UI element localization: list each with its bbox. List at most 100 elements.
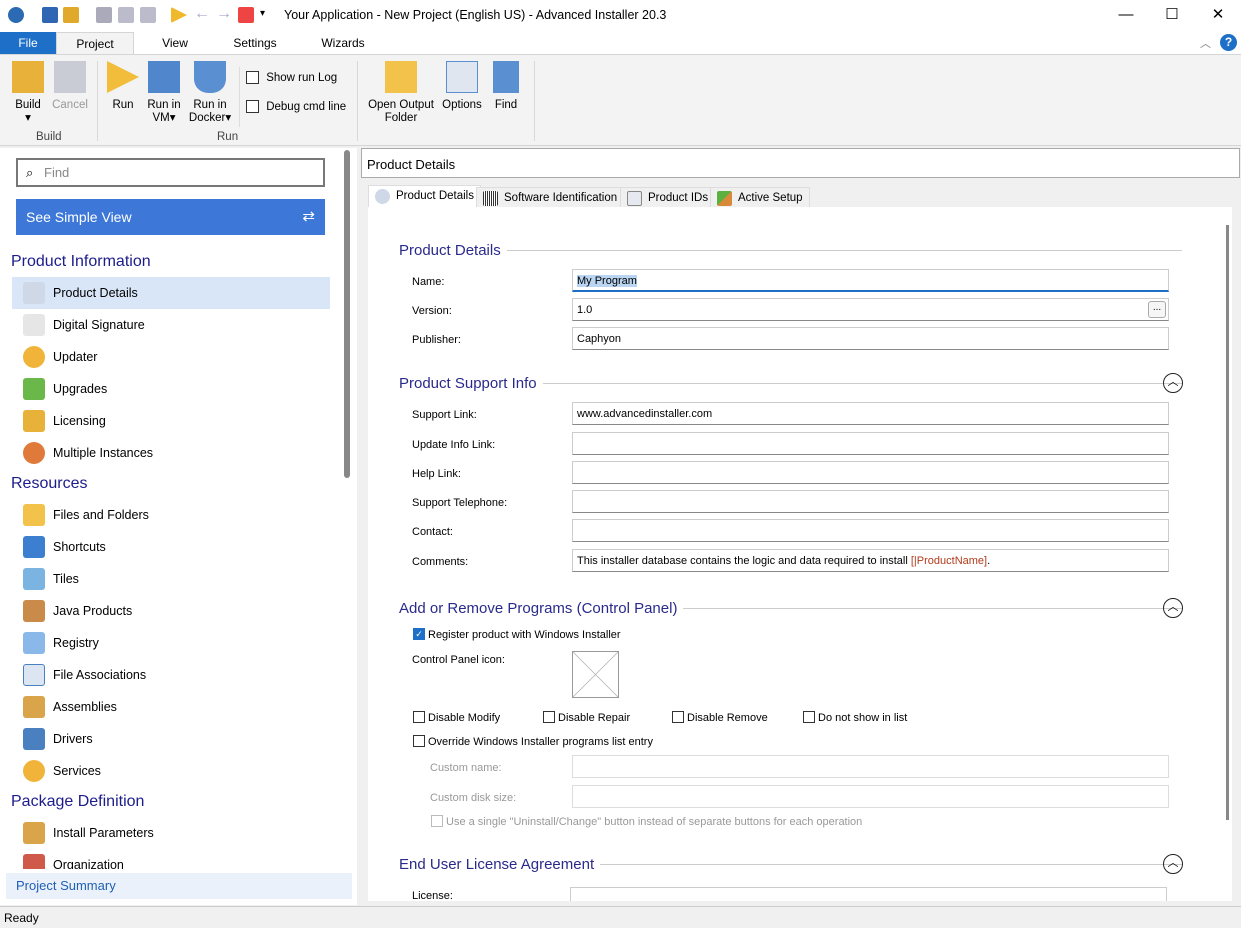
sidebar-item-updater[interactable]: Updater <box>12 341 330 373</box>
sidebar-item-shortcuts[interactable]: Shortcuts <box>12 531 330 563</box>
tab-file[interactable]: File <box>0 32 56 54</box>
collapse-ribbon-icon[interactable]: ︿ <box>1200 35 1211 51</box>
support-telephone-input[interactable] <box>572 490 1169 513</box>
custom-disk-size-input <box>572 785 1169 808</box>
override-entry-checkbox[interactable]: Override Windows Installer programs list… <box>413 735 653 748</box>
version-edit-button[interactable]: ... <box>1148 301 1166 318</box>
run-quick-icon[interactable] <box>171 7 187 23</box>
checkbox[interactable] <box>246 100 259 113</box>
debug-cmd-line-checkbox[interactable]: Debug cmd line <box>246 100 346 113</box>
build-button[interactable]: Build ▾ <box>8 61 48 125</box>
sidebar-item-install-parameters[interactable]: Install Parameters <box>12 817 330 849</box>
single-button-checkbox: Use a single "Uninstall/Change" button i… <box>431 815 862 828</box>
sidebar-item-assemblies[interactable]: Assemblies <box>12 691 330 723</box>
control-panel-icon-picker[interactable] <box>572 651 619 698</box>
help-button[interactable]: ? <box>1220 34 1237 51</box>
main-panel: Product Details Product Details Software… <box>361 148 1240 905</box>
sidebar-item-upgrades[interactable]: Upgrades <box>12 373 330 405</box>
tab-settings[interactable]: Settings <box>222 32 288 54</box>
publish-icon[interactable] <box>140 7 156 23</box>
sidebar-item-files-and-folders[interactable]: Files and Folders <box>12 499 330 531</box>
comments-input[interactable]: This installer database contains the log… <box>572 549 1169 572</box>
checkbox-checked[interactable]: ✓ <box>413 628 425 641</box>
support-telephone-label: Support Telephone: <box>412 497 508 509</box>
tab-label: Software Identification <box>504 192 618 204</box>
tab-product-ids[interactable]: Product IDs <box>620 187 716 208</box>
ribbon-tabs: File Project View Settings Wizards ︿ ? <box>0 32 1241 55</box>
maximize-button[interactable]: ☐ <box>1149 0 1195 32</box>
support-link-input[interactable]: www.advancedinstaller.com <box>572 402 1169 425</box>
item-label: Digital Signature <box>53 318 145 332</box>
simple-view-label: See Simple View <box>26 209 132 225</box>
sidebar-item-java-products[interactable]: Java Products <box>12 595 330 627</box>
build-label: Build <box>15 99 41 111</box>
collapse-eula-button[interactable]: ︿ <box>1163 854 1183 874</box>
find-input[interactable]: Find <box>16 158 325 187</box>
sidebar-item-licensing[interactable]: Licensing <box>12 405 330 437</box>
sidebar-item-product-details[interactable]: Product Details <box>12 277 330 309</box>
save-icon[interactable] <box>42 7 58 23</box>
tab-software-identification[interactable]: Software Identification <box>476 187 625 208</box>
options-button[interactable]: Options <box>440 61 484 112</box>
item-label: Registry <box>53 636 99 650</box>
key-icon <box>23 410 45 432</box>
do-not-show-checkbox[interactable]: Do not show in list <box>803 711 907 724</box>
sidebar-item-digital-signature[interactable]: Digital Signature <box>12 309 330 341</box>
open-output-folder-button[interactable]: Open Output Folder <box>364 61 438 125</box>
disable-modify-checkbox[interactable]: Disable Modify <box>413 711 500 724</box>
run-in-docker-button[interactable]: Run in Docker▾ <box>186 61 234 125</box>
back-icon[interactable]: ← <box>194 5 210 23</box>
license-label: License: <box>412 890 453 901</box>
tab-project[interactable]: Project <box>56 32 134 55</box>
sidebar-item-services[interactable]: Services <box>12 755 330 787</box>
show-run-log-checkbox[interactable]: Show run Log <box>246 71 337 84</box>
sidebar-item-registry[interactable]: Registry <box>12 627 330 659</box>
tab-product-details[interactable]: Product Details <box>368 185 481 208</box>
sidebar-scrollbar[interactable] <box>344 150 350 478</box>
checkbox[interactable] <box>413 735 425 748</box>
checkbox[interactable] <box>803 711 815 724</box>
build-quick-icon[interactable] <box>63 7 79 23</box>
forward-icon[interactable]: → <box>216 5 232 23</box>
help-link-input[interactable] <box>572 461 1169 484</box>
customize-quick-access-icon[interactable]: ▾ <box>260 8 265 19</box>
close-button[interactable]: ✕ <box>1195 0 1241 32</box>
disable-repair-checkbox[interactable]: Disable Repair <box>543 711 630 724</box>
collapse-arp-button[interactable]: ︿ <box>1163 598 1183 618</box>
tab-active-setup[interactable]: Active Setup <box>710 187 810 208</box>
find-button[interactable]: Find <box>488 61 524 112</box>
collapse-support-button[interactable]: ︿ <box>1163 373 1183 393</box>
show-run-log-label: Show run Log <box>266 71 338 84</box>
contact-input[interactable] <box>572 519 1169 542</box>
checkbox[interactable] <box>672 711 684 724</box>
name-input[interactable]: My Program <box>572 269 1169 292</box>
register-product-checkbox[interactable]: ✓ Register product with Windows Installer <box>413 628 621 641</box>
sidebar-item-tiles[interactable]: Tiles <box>12 563 330 595</box>
version-input[interactable]: 1.0 <box>572 298 1169 321</box>
checkbox[interactable] <box>246 71 259 84</box>
save-all-icon[interactable] <box>118 7 134 23</box>
update-info-link-input[interactable] <box>572 432 1169 455</box>
checkbox[interactable] <box>543 711 555 724</box>
run-button[interactable]: Run <box>104 61 142 112</box>
sidebar-item-file-associations[interactable]: File Associations <box>12 659 330 691</box>
calendar-icon[interactable] <box>238 7 254 23</box>
run-in-vm-button[interactable]: Run in VM▾ <box>144 61 184 125</box>
sidebar-item-multiple-instances[interactable]: Multiple Instances <box>12 437 330 469</box>
license-input[interactable] <box>570 887 1167 901</box>
content-scrollbar[interactable] <box>1226 225 1229 820</box>
publisher-input[interactable]: Caphyon <box>572 327 1169 350</box>
see-simple-view-button[interactable]: See Simple View ⇄ <box>16 199 325 235</box>
tab-view[interactable]: View <box>145 32 205 54</box>
run-docker-label: Run in Docker <box>188 99 227 124</box>
cancel-button[interactable]: Cancel <box>50 61 90 112</box>
project-summary-button[interactable]: Project Summary <box>6 873 352 899</box>
sidebar-item-drivers[interactable]: Drivers <box>12 723 330 755</box>
checkbox[interactable] <box>413 711 425 724</box>
minimize-button[interactable]: — <box>1103 0 1149 32</box>
registry-icon <box>23 632 45 654</box>
cancel-quick-icon[interactable] <box>96 7 112 23</box>
disable-remove-checkbox[interactable]: Disable Remove <box>672 711 768 724</box>
tab-wizards[interactable]: Wizards <box>310 32 376 54</box>
sidebar-item-organization[interactable]: Organization <box>12 849 330 869</box>
